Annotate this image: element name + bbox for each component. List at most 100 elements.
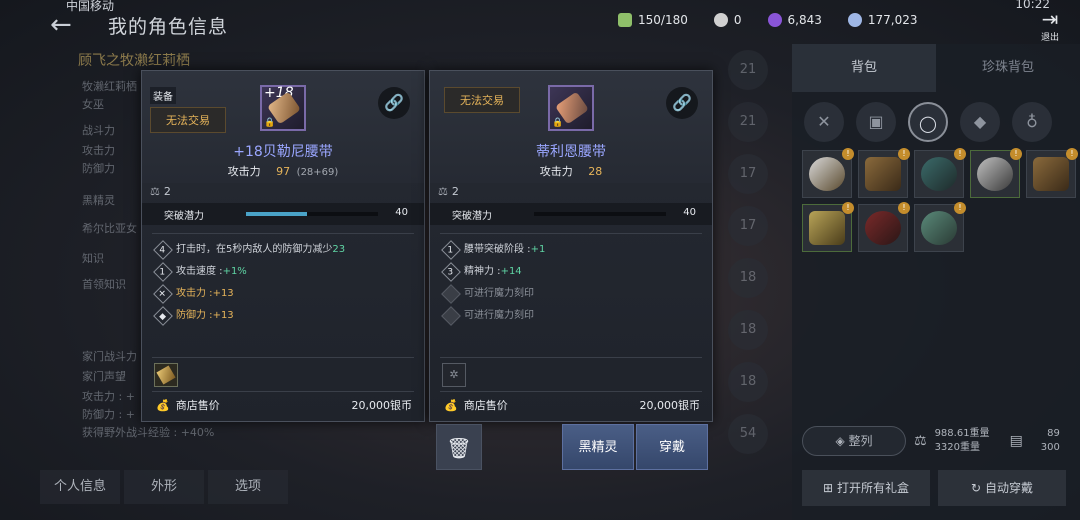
- inventory-sort-row: ◈ 整列 ⚖ 988.61重量 3320重量 ▤ 89 300: [802, 426, 1060, 456]
- knowledge-row[interactable]: 知识: [82, 250, 104, 266]
- weapon-filter-icon[interactable]: ✕: [804, 102, 844, 142]
- inventory-slot[interactable]: !: [970, 148, 1022, 198]
- weight-icon: ⚖: [438, 185, 448, 198]
- black-spirit-button[interactable]: 黑精灵: [562, 424, 634, 470]
- silver-coin-icon: [847, 13, 862, 27]
- money-bag-icon: 💰: [156, 399, 170, 412]
- character-class: 女巫: [82, 98, 104, 111]
- attack-stat: 攻击力 97 (28+69): [227, 165, 339, 178]
- lock-icon: 🔒: [552, 118, 564, 128]
- link-icon[interactable]: 🔗: [666, 87, 698, 119]
- exit-button[interactable]: ⇥ 退出: [1034, 8, 1066, 46]
- currency-silver: 177,023: [847, 13, 917, 27]
- effect-row: 可进行魔力刻印: [441, 283, 545, 305]
- auto-equip-button[interactable]: ↻ 自动穿戴: [938, 470, 1066, 506]
- equipped-item-tooltip: 装备 无法交易 +18 🔒 🔗 +18贝勒尼腰带 攻击力 97 (28+69) …: [141, 70, 425, 422]
- defense-label: 防御力: [82, 162, 115, 175]
- refresh-icon: ↻: [971, 481, 982, 495]
- character-name: 顾飞之牧濑红莉栖: [78, 53, 190, 69]
- attack-stat: 攻击力 28: [539, 165, 603, 178]
- accessory-filter-icon[interactable]: ◯: [908, 102, 948, 142]
- untradeable-tag: 无法交易: [444, 87, 520, 113]
- equipped-slots-column: 21 21 17 17 18 18 18 54: [728, 50, 772, 466]
- inventory-panel: 背包 珍珠背包 ✕ ▣ ◯ ◆ ♁ ! ! ! ! ! ! ! ! ◈ 整列 ⚖…: [792, 44, 1080, 520]
- inventory-action-row: ⊞ 打开所有礼盒 ↻ 自动穿戴: [802, 470, 1066, 506]
- equip-slot[interactable]: 54: [728, 414, 768, 454]
- divider: [440, 233, 702, 234]
- item-name: +18贝勒尼腰带: [233, 144, 333, 160]
- combat-power-label[interactable]: 战斗力: [82, 122, 115, 138]
- money-bag-icon: 💰: [444, 399, 458, 412]
- divider: [440, 391, 702, 392]
- effect-row: ✕ 攻击力 : +13: [153, 283, 345, 305]
- exit-label: 退出: [1040, 33, 1059, 43]
- tab-bag[interactable]: 背包: [792, 44, 936, 92]
- gem-filter-icon[interactable]: ◆: [960, 102, 1000, 142]
- family-defense-row: 防御力 : +: [82, 408, 135, 421]
- inventory-slot[interactable]: !: [1026, 148, 1078, 198]
- equip-slot[interactable]: 17: [728, 154, 768, 194]
- shop-price-row: 💰 商店售价 20,000银币: [444, 399, 700, 412]
- tab-options[interactable]: 选项: [208, 470, 288, 504]
- currency-bar: 150/180 0 6,843 177,023: [618, 10, 935, 30]
- tab-appearance[interactable]: 外形: [124, 470, 204, 504]
- inventory-slot[interactable]: !: [802, 202, 854, 252]
- armor-filter-icon[interactable]: ▣: [856, 102, 896, 142]
- trash-icon[interactable]: 🗑: [436, 424, 482, 470]
- back-arrow-icon[interactable]: ←: [50, 10, 80, 40]
- boss-knowledge-row[interactable]: 首领知识: [82, 276, 126, 292]
- equip-button[interactable]: 穿戴: [636, 424, 708, 470]
- link-icon[interactable]: 🔗: [378, 87, 410, 119]
- effect-row: 4 打击时，在5秒内敌人的防御力减少 23: [153, 239, 345, 261]
- inventory-slot[interactable]: !: [914, 148, 966, 198]
- region-row[interactable]: 希尔比亚女: [82, 220, 137, 236]
- family-fame-row: 家门声望: [82, 370, 126, 383]
- breakthrough-potential: 突破潜力 40: [430, 203, 712, 225]
- item-name: 蒂利恩腰带: [536, 144, 606, 160]
- potion-filter-icon[interactable]: ♁: [1012, 102, 1052, 142]
- crystal-socket-icon[interactable]: [154, 363, 178, 387]
- inventory-slot[interactable]: !: [858, 148, 910, 198]
- family-power-row: 家门战斗力: [82, 350, 137, 363]
- item-effects: 1 腰带突破阶段 : +1 3 精神力 : +14 可进行魔力刻印 可进行魔力刻…: [441, 239, 545, 327]
- inventory-slot[interactable]: !: [802, 148, 854, 198]
- family-attack-row: 攻击力 : +: [82, 390, 135, 403]
- black-spirit-row[interactable]: 黑精灵: [82, 192, 115, 208]
- inventory-slot[interactable]: !: [858, 202, 910, 252]
- effect-row: 1 腰带突破阶段 : +1: [441, 239, 545, 261]
- energy-orb-icon: [767, 13, 782, 27]
- equip-slot[interactable]: 18: [728, 362, 768, 402]
- weight-readout: 988.61重量 3320重量: [934, 428, 990, 453]
- currency-energy: 6,843: [767, 13, 822, 27]
- currency-bag-capacity: 150/180: [618, 13, 688, 27]
- inventory-slot[interactable]: !: [914, 202, 966, 252]
- potential-bar: [534, 212, 666, 216]
- empty-engraving-icon: [441, 306, 461, 326]
- inventory-grid: ! ! ! ! ! ! ! !: [802, 148, 1078, 252]
- potential-bar: [246, 212, 378, 216]
- equip-slot[interactable]: 21: [728, 102, 768, 142]
- divider: [152, 391, 414, 392]
- tab-personal-info[interactable]: 个人信息: [40, 470, 120, 504]
- equip-slot[interactable]: 18: [728, 258, 768, 298]
- attack-label: 攻击力: [82, 144, 115, 157]
- page-title: 我的角色信息: [108, 16, 229, 38]
- pearl-icon: [713, 13, 728, 27]
- weight-icon: ⚖: [150, 185, 160, 198]
- equip-slot[interactable]: 18: [728, 310, 768, 350]
- sort-button[interactable]: ◈ 整列: [802, 426, 906, 456]
- equip-slot[interactable]: 17: [728, 206, 768, 246]
- empty-socket-icon[interactable]: ✲: [442, 363, 466, 387]
- selected-item-tooltip: 无法交易 🔒 🔗 蒂利恩腰带 攻击力 28 ⚖ 2 突破潜力 40 1 腰带突破阶…: [429, 70, 713, 422]
- tab-pearl-bag[interactable]: 珍珠背包: [936, 44, 1080, 92]
- bag-slots-icon: ▤: [1009, 433, 1023, 449]
- item-weight: ⚖ 2: [438, 185, 459, 198]
- shop-price-row: 💰 商店售价 20,000银币: [156, 399, 412, 412]
- weight-icon: ⚖: [914, 433, 927, 449]
- equip-slot[interactable]: 21: [728, 50, 768, 90]
- open-all-gifts-button[interactable]: ⊞ 打开所有礼盒: [802, 470, 930, 506]
- bag-capacity-icon: [618, 13, 632, 27]
- effect-row: ◆ 防御力 : +13: [153, 305, 345, 327]
- currency-pearl: 0: [713, 13, 742, 27]
- belt-item-icon: +18 🔒: [260, 85, 306, 131]
